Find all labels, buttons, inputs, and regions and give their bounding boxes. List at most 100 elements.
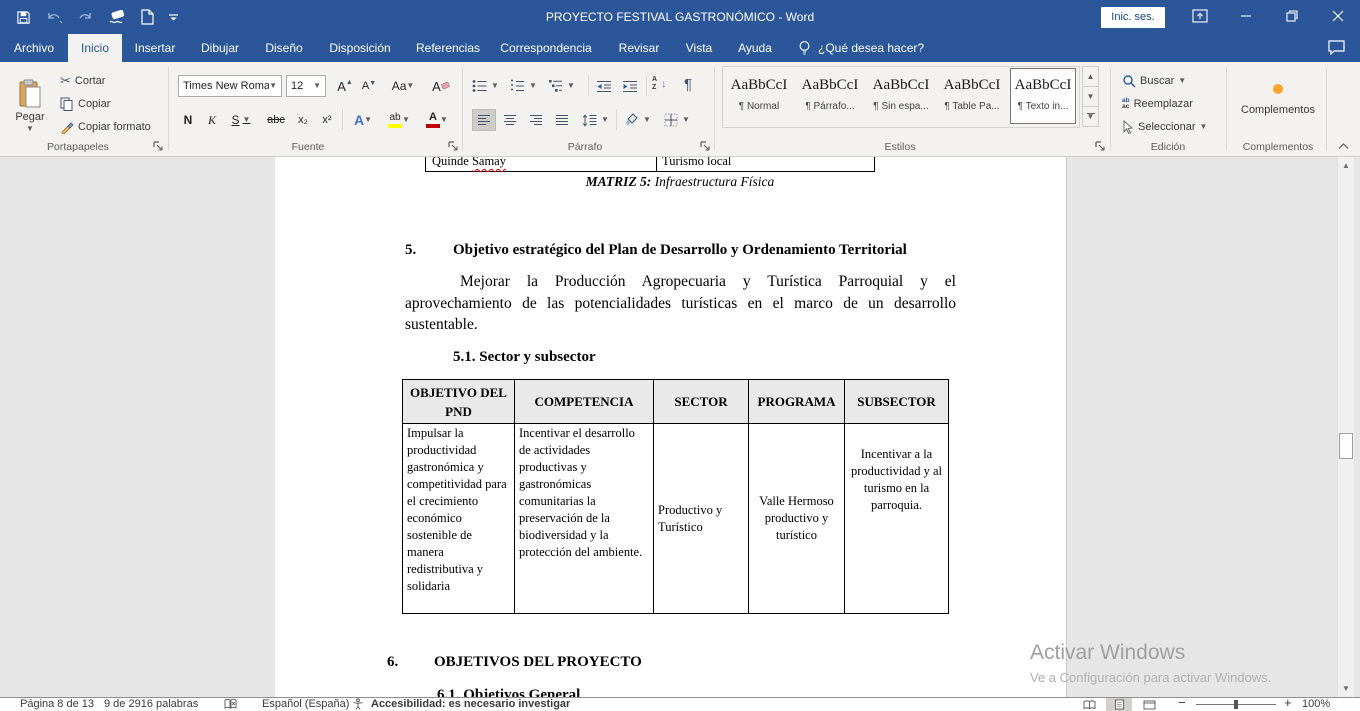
tab-dibujar[interactable]: Dibujar [190, 34, 250, 62]
superscript-button[interactable]: x² [316, 109, 338, 131]
chevron-down-icon: ▼ [26, 125, 34, 133]
paragraph-dialog-launcher-icon[interactable] [700, 139, 712, 151]
tab-vista[interactable]: Vista [676, 34, 722, 62]
underline-button[interactable]: S▼ [225, 109, 257, 131]
change-case-button[interactable]: Aa▼ [388, 75, 418, 97]
zoom-in-button[interactable]: + [1284, 696, 1292, 709]
borders-button[interactable]: ▼ [664, 109, 690, 131]
cut-button[interactable]: ✂ Cortar [60, 70, 105, 92]
chevron-down-icon: ▼ [406, 82, 414, 90]
select-button[interactable]: Seleccionar ▼ [1122, 116, 1207, 138]
accessibility-icon[interactable] [352, 698, 364, 711]
highlight-color-button[interactable]: ab ▼ [382, 109, 416, 131]
clear-formatting-button[interactable]: A [430, 75, 452, 97]
zoom-out-button[interactable]: − [1178, 696, 1186, 709]
zoom-level[interactable]: 100% [1302, 698, 1330, 711]
table-header: COMPETENCIA [515, 380, 654, 424]
paste-button[interactable]: Pegar ▼ [8, 68, 52, 144]
accessibility-status[interactable]: Accesibilidad: es necesario investigar [371, 698, 570, 711]
numbering-button[interactable]: ▼ [510, 75, 537, 97]
zoom-slider-thumb[interactable] [1234, 700, 1238, 709]
web-layout-button[interactable] [1136, 698, 1162, 711]
style-table-paragraph[interactable]: AaBbCcI ¶ Table Pa... [939, 68, 1005, 124]
text-effects-button[interactable]: A▼ [348, 109, 378, 131]
scrollbar-thumb[interactable] [1339, 433, 1353, 459]
document-page[interactable]: Quinde Samay Turismo local MATRIZ 5: Inf… [275, 157, 1067, 697]
tab-disposicion[interactable]: Disposición [320, 34, 400, 62]
comments-icon[interactable] [1328, 40, 1345, 58]
line-spacing-button[interactable]: ▼ [582, 109, 609, 131]
font-dialog-launcher-icon[interactable] [448, 139, 460, 151]
bullets-button[interactable]: ▼ [472, 75, 499, 97]
scroll-up-icon[interactable]: ▲ [1338, 157, 1354, 174]
shrink-font-button[interactable]: A▼ [358, 75, 380, 97]
undo-icon[interactable] [46, 10, 62, 24]
tab-revisar[interactable]: Revisar [608, 34, 670, 62]
justify-button[interactable] [550, 109, 574, 131]
italic-button[interactable]: K [201, 109, 223, 131]
tab-correspondencia[interactable]: Correspondencia [494, 34, 598, 62]
sort-button[interactable]: AZ ↓ [652, 73, 667, 95]
style-texto-independiente[interactable]: AaBbCcI ¶ Texto in... [1010, 68, 1076, 124]
language-indicator[interactable]: Español (España) [262, 698, 349, 711]
sign-in-button[interactable]: Inic. ses. [1101, 7, 1165, 28]
align-center-button[interactable] [498, 109, 522, 131]
print-layout-button[interactable] [1106, 698, 1132, 711]
shading-button[interactable]: ▼ [624, 109, 651, 131]
show-marks-button[interactable]: ¶ [684, 73, 692, 95]
font-color-button[interactable]: A ▼ [420, 109, 454, 131]
minimize-button[interactable] [1226, 0, 1266, 32]
heading-5-number: 5. [405, 242, 416, 259]
clipboard-dialog-launcher-icon[interactable] [153, 139, 165, 151]
strikethrough-button[interactable]: abc [262, 109, 290, 131]
align-right-button[interactable] [524, 109, 548, 131]
tab-referencias[interactable]: Referencias [408, 34, 488, 62]
ink-eraser-icon[interactable] [108, 10, 126, 25]
grow-font-button[interactable]: A▲ [334, 75, 356, 97]
read-mode-button[interactable] [1076, 698, 1102, 711]
tab-ayuda[interactable]: Ayuda [728, 34, 782, 62]
styles-scroll-down-button[interactable]: ▼ [1082, 86, 1099, 107]
customize-qat-icon[interactable] [169, 13, 178, 22]
chevron-down-icon: ▼ [269, 82, 277, 90]
tab-diseno[interactable]: Diseño [254, 34, 314, 62]
add-ins-button[interactable]: Complementos [1232, 70, 1324, 130]
restore-button[interactable] [1272, 0, 1312, 32]
decrease-indent-button[interactable] [596, 75, 612, 97]
style-normal[interactable]: AaBbCcI ¶ Normal [726, 68, 792, 124]
bold-button[interactable]: N [177, 109, 199, 131]
replace-button[interactable]: abac Reemplazar [1122, 93, 1193, 115]
redo-icon[interactable] [77, 10, 93, 24]
increase-indent-button[interactable] [622, 75, 638, 97]
sort-az-icon: AZ [652, 76, 657, 91]
style-parrafo[interactable]: AaBbCcI ¶ Párrafo... [797, 68, 863, 124]
style-sin-espaciado[interactable]: AaBbCcI ¶ Sin espa... [868, 68, 934, 124]
proofing-errors-icon[interactable] [224, 698, 237, 711]
close-button[interactable] [1318, 0, 1358, 32]
styles-dialog-launcher-icon[interactable] [1095, 139, 1107, 151]
collapse-ribbon-icon[interactable] [1338, 142, 1349, 152]
styles-more-button[interactable]: ▼ [1082, 106, 1099, 127]
multilevel-list-button[interactable]: ▼ [548, 75, 575, 97]
word-count[interactable]: 9 de 2916 palabras [104, 698, 198, 711]
tell-me-box[interactable]: ¿Qué desea hacer? [798, 34, 924, 62]
new-document-icon[interactable] [141, 9, 154, 25]
font-size-combobox[interactable]: 12 ▼ [286, 75, 326, 97]
styles-scroll-up-button[interactable]: ▲ [1082, 66, 1099, 87]
tab-archivo[interactable]: Archivo [6, 34, 62, 62]
table-cell: Turismo local [662, 157, 731, 169]
vertical-scrollbar[interactable]: ▲ ▼ [1337, 157, 1354, 697]
tab-insertar[interactable]: Insertar [124, 34, 186, 62]
font-name-combobox[interactable]: Times New Roma ▼ [178, 75, 282, 97]
format-painter-button[interactable]: Copiar formato [60, 116, 151, 138]
document-area: Quinde Samay Turismo local MATRIZ 5: Inf… [0, 157, 1360, 697]
save-icon[interactable] [16, 10, 31, 25]
scroll-down-icon[interactable]: ▼ [1338, 680, 1354, 697]
align-left-button[interactable] [472, 109, 496, 131]
ribbon-display-options-button[interactable] [1180, 0, 1220, 32]
tab-inicio[interactable]: Inicio [68, 34, 122, 62]
page-indicator[interactable]: Página 8 de 13 [20, 698, 94, 711]
subscript-button[interactable]: x₂ [292, 109, 314, 131]
copy-button[interactable]: Copiar [60, 93, 110, 115]
find-button[interactable]: Buscar ▼ [1122, 70, 1186, 92]
